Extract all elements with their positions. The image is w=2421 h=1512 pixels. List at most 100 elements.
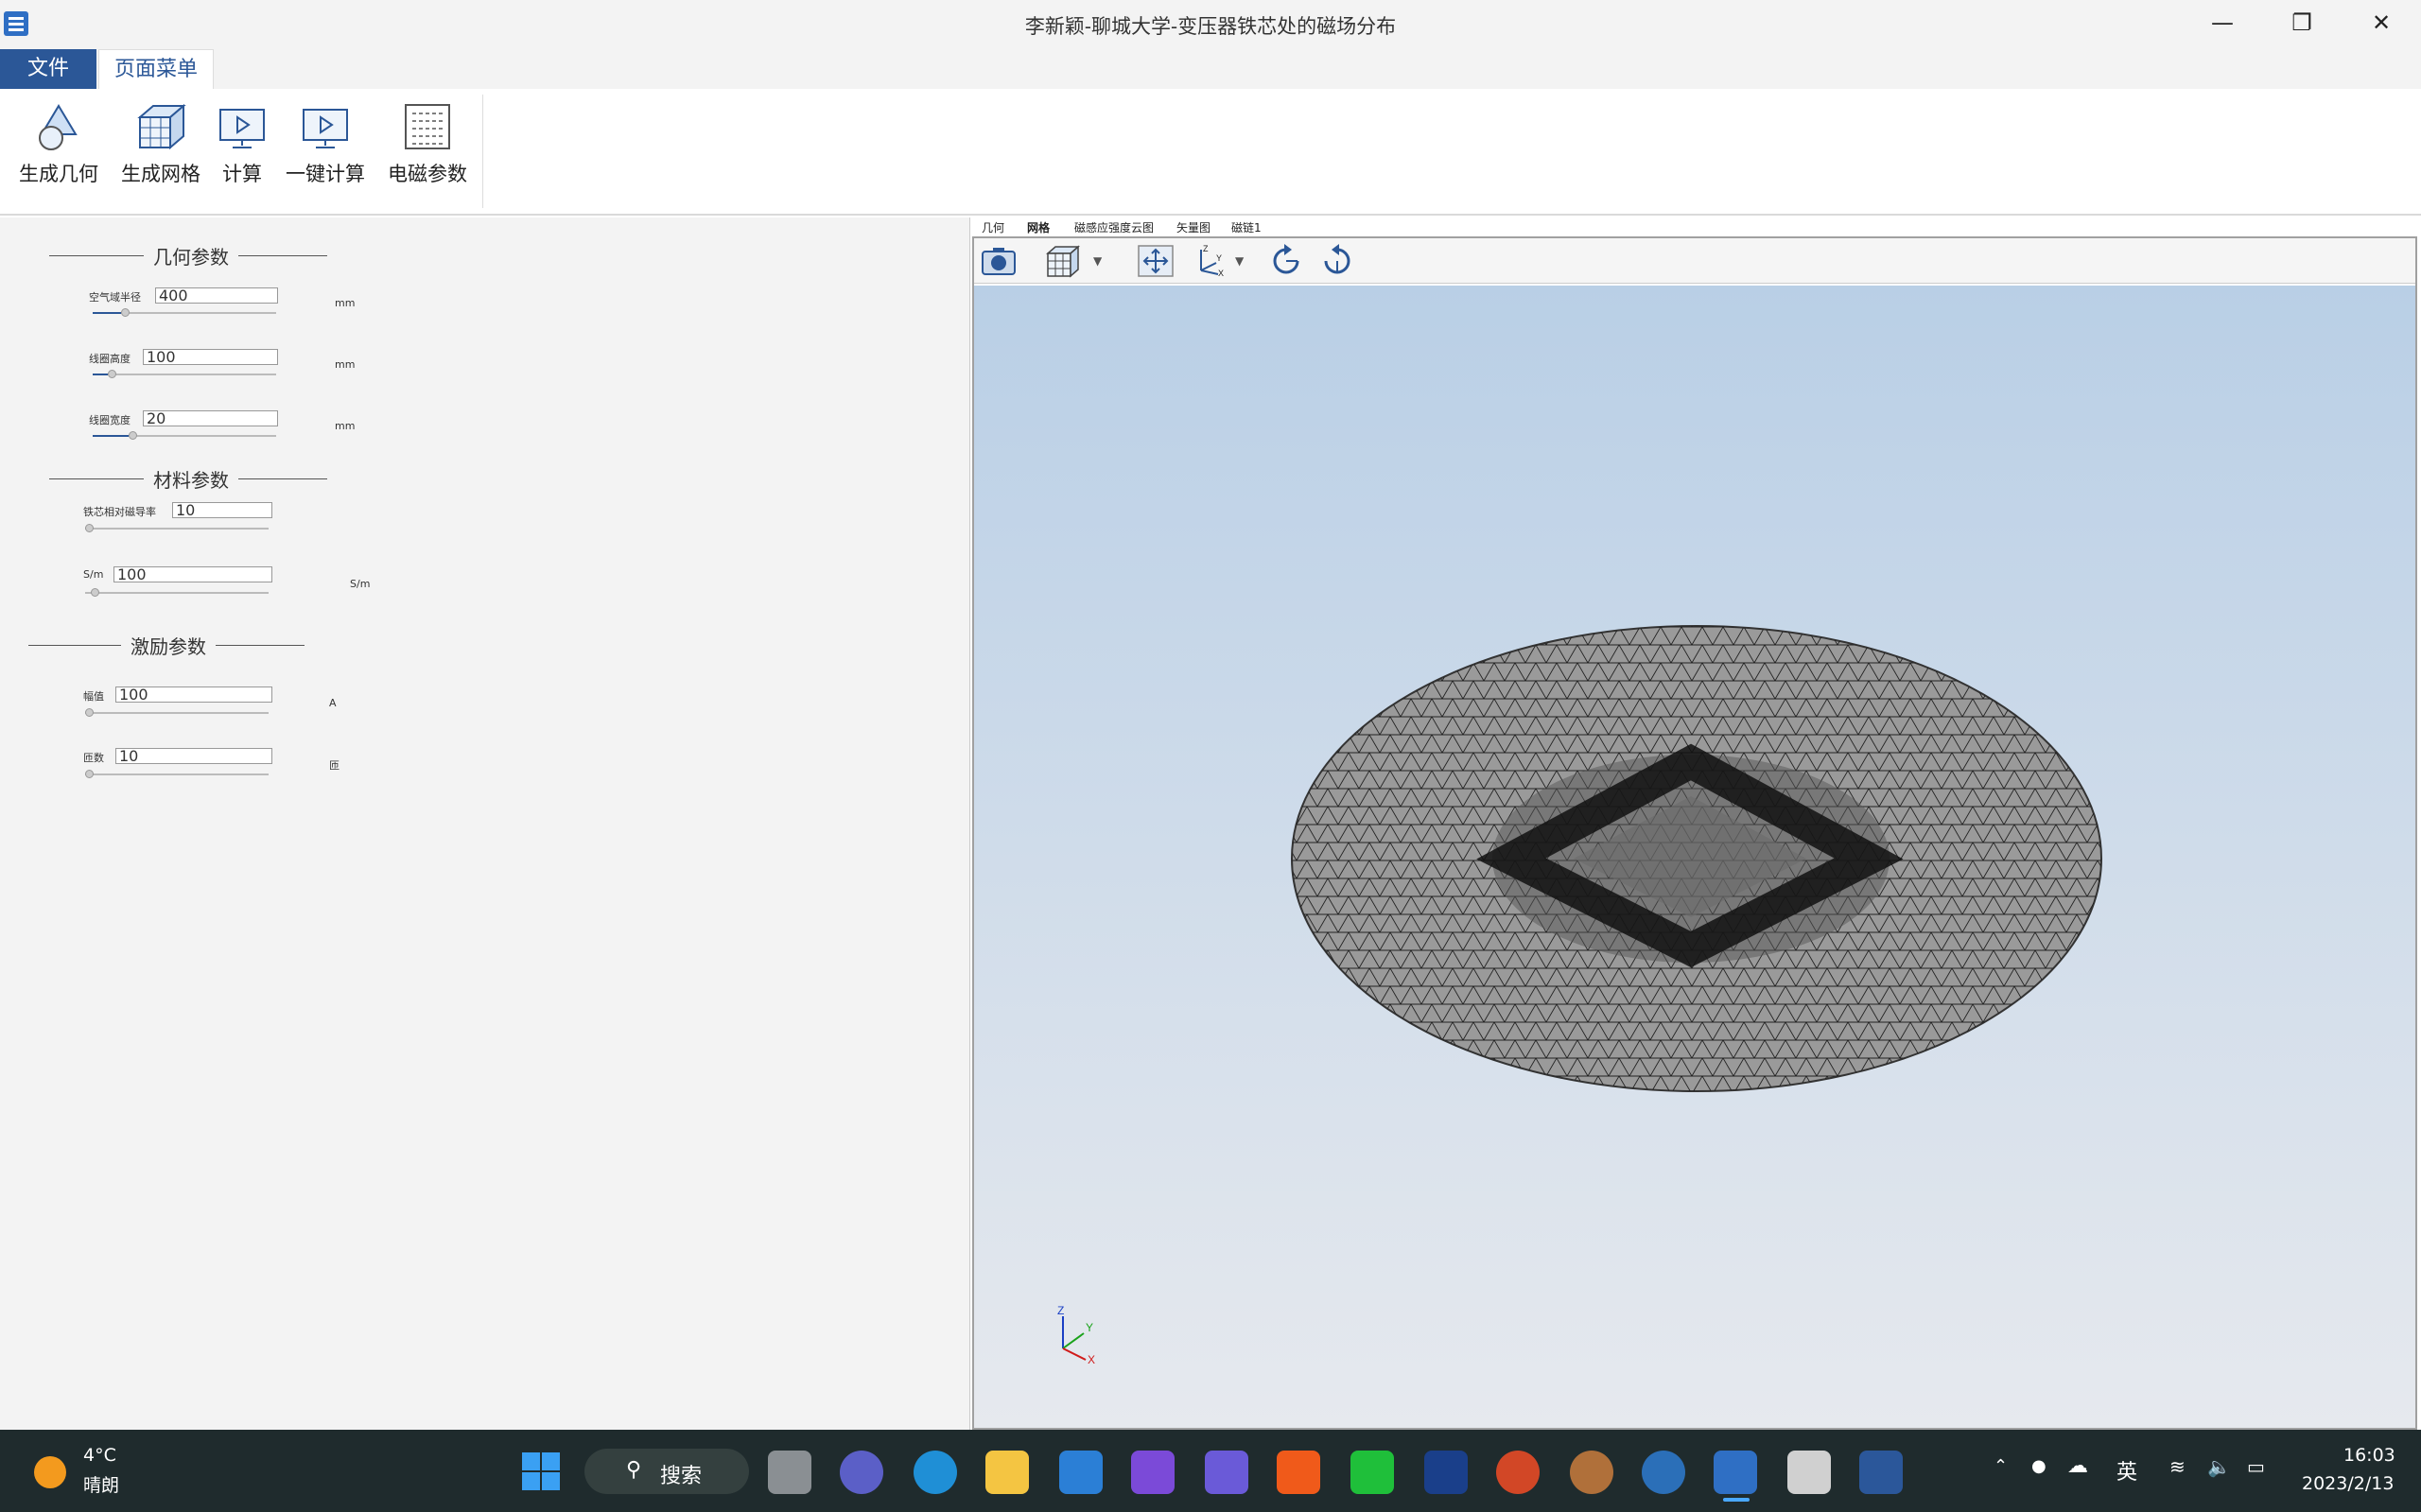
tab-vector-plot[interactable]: 矢量图 — [1176, 219, 1210, 235]
permeability-slider[interactable] — [85, 524, 269, 532]
cloud-icon[interactable]: ☁ — [2067, 1454, 2088, 1478]
rotate-left-icon[interactable] — [1267, 244, 1305, 278]
geometry-icon — [13, 98, 104, 151]
weather-desc[interactable]: 晴朗 — [83, 1471, 119, 1497]
air-radius-input[interactable]: 400 — [155, 287, 278, 304]
monitor-play-icon — [214, 98, 270, 151]
grid-table-icon — [382, 98, 473, 151]
conductivity-slider[interactable] — [85, 588, 269, 597]
triad-x-label: X — [1088, 1353, 1095, 1366]
ribbon: 生成几何 生成网格 计算 一键计算 电磁参数 — [0, 89, 2421, 216]
mesh-cube-icon — [115, 98, 206, 151]
coil-width-slider[interactable] — [93, 431, 276, 440]
menu-bar: 文件 页面菜单 — [0, 47, 2421, 89]
triad-z-label: Z — [1057, 1304, 1064, 1317]
dropdown-icon[interactable]: ▼ — [1235, 244, 1244, 278]
em-parameters-button[interactable]: 电磁参数 — [382, 98, 473, 202]
tab-mesh[interactable]: 网格 — [1027, 219, 1050, 235]
volume-icon[interactable]: 🔈 — [2207, 1455, 2231, 1478]
tab-flux-density-contour[interactable]: 磁感应强度云图 — [1074, 219, 1154, 235]
coil-height-slider[interactable] — [93, 370, 276, 378]
weather-temp[interactable]: 4°C — [83, 1445, 116, 1466]
camera-icon[interactable] — [980, 244, 1018, 278]
geometry-group-header: 几何参数 — [49, 242, 327, 269]
rotate-right-icon[interactable] — [1318, 244, 1356, 278]
coil-height-unit: mm — [335, 358, 356, 371]
ribbon-separator — [482, 95, 483, 208]
powerpoint-icon[interactable] — [1496, 1451, 1540, 1494]
monitor-play-icon — [282, 98, 369, 151]
view-cube-icon[interactable] — [1044, 244, 1082, 278]
turns-slider[interactable] — [85, 770, 269, 778]
minimize-button[interactable]: — — [2185, 4, 2260, 42]
word-icon[interactable] — [1859, 1451, 1903, 1494]
air-radius-label: 空气域半径 — [89, 291, 141, 304]
coil-width-input[interactable]: 20 — [143, 410, 278, 426]
mail-icon[interactable] — [1059, 1451, 1103, 1494]
wifi-icon[interactable]: ≋ — [2169, 1455, 2186, 1478]
conductivity-label: S/m — [83, 568, 104, 581]
coil-width-label: 线圈宽度 — [89, 414, 131, 426]
tab-flux-linkage[interactable]: 磁链1 — [1231, 219, 1262, 235]
amplitude-slider[interactable] — [85, 708, 269, 717]
active-app-indicator — [1723, 1498, 1750, 1502]
tab-file[interactable]: 文件 — [0, 49, 96, 89]
qq-tray-icon[interactable]: ● — [2031, 1456, 2047, 1476]
wechat-icon[interactable] — [1350, 1451, 1394, 1494]
mi-icon[interactable] — [1277, 1451, 1320, 1494]
file-explorer-icon[interactable] — [985, 1451, 1029, 1494]
windows-start-icon[interactable] — [522, 1452, 560, 1490]
avatar-app-icon[interactable] — [1570, 1451, 1613, 1494]
turns-unit: 匝 — [329, 759, 340, 772]
7zip-icon[interactable] — [1424, 1451, 1468, 1494]
conductivity-unit: S/m — [350, 578, 371, 590]
amplitude-input[interactable]: 100 — [115, 686, 272, 703]
tab-geometry[interactable]: 几何 — [982, 219, 1004, 235]
axis-triad: Z Y X — [1057, 1304, 1095, 1366]
parameter-panel: 几何参数 空气域半径 400 mm 线圈高度 100 mm 线圈宽度 20 mm… — [0, 217, 970, 1430]
viewer-toolbar: ▼ ZYX ▼ — [974, 238, 2415, 284]
title-bar: 李新颖-聊城大学-变压器铁芯处的磁场分布 — ❐ ✕ — [0, 0, 2421, 47]
teams-chat-icon[interactable] — [840, 1451, 883, 1494]
taskbar-search[interactable]: ⚲ 搜索 — [584, 1449, 749, 1494]
svg-text:X: X — [1218, 269, 1224, 278]
material-group-header: 材料参数 — [49, 465, 327, 493]
conductivity-input[interactable]: 100 — [113, 566, 272, 582]
axes-icon[interactable]: ZYX — [1193, 244, 1228, 278]
turns-label: 匝数 — [83, 752, 104, 764]
copilot-icon[interactable] — [1205, 1451, 1248, 1494]
3d-viewer[interactable]: ▼ ZYX ▼ Z Y X — [972, 236, 2417, 1430]
coil-height-input[interactable]: 100 — [143, 349, 278, 365]
dropdown-icon[interactable]: ▼ — [1093, 244, 1102, 278]
compute-button[interactable]: 计算 — [214, 98, 270, 202]
chevron-up-icon[interactable]: ⌃ — [1994, 1456, 2008, 1476]
fit-view-icon[interactable] — [1137, 244, 1175, 278]
svg-text:Z: Z — [1203, 244, 1209, 253]
weather-sun-icon[interactable] — [34, 1456, 66, 1488]
turns-input[interactable]: 10 — [115, 748, 272, 764]
battery-icon[interactable]: ▭ — [2247, 1455, 2265, 1478]
snipping-tool-icon[interactable] — [1787, 1451, 1831, 1494]
generate-mesh-button[interactable]: 生成网格 — [115, 98, 206, 202]
creative-app-icon[interactable] — [1131, 1451, 1175, 1494]
tab-page-menu[interactable]: 页面菜单 — [98, 49, 214, 89]
taskbar: 4°C 晴朗 ⚲ 搜索 ⌃ ● ☁ 英 ≋ 🔈 ▭ 16:03 2023/2/1… — [0, 1430, 2421, 1512]
svg-text:Y: Y — [1216, 253, 1222, 263]
close-button[interactable]: ✕ — [2343, 4, 2419, 42]
clock-time[interactable]: 16:03 — [2343, 1445, 2395, 1466]
coil-height-label: 线圈高度 — [89, 353, 131, 365]
clock-date[interactable]: 2023/2/13 — [2302, 1473, 2394, 1494]
edge-browser-icon[interactable] — [914, 1451, 957, 1494]
generate-geometry-button[interactable]: 生成几何 — [13, 98, 104, 202]
one-click-compute-button[interactable]: 一键计算 — [282, 98, 369, 202]
permeability-input[interactable]: 10 — [172, 502, 272, 518]
mesh-scene[interactable]: Z Y X — [974, 286, 2415, 1428]
task-view-icon[interactable] — [768, 1451, 811, 1494]
spiral-app-icon[interactable] — [1642, 1451, 1685, 1494]
window-title: 李新颖-聊城大学-变压器铁芯处的磁场分布 — [1024, 15, 1397, 38]
air-radius-unit: mm — [335, 297, 356, 309]
current-app-icon[interactable] — [1714, 1451, 1757, 1494]
ime-indicator[interactable]: 英 — [2116, 1455, 2137, 1486]
restore-button[interactable]: ❐ — [2264, 4, 2340, 42]
air-radius-slider[interactable] — [93, 308, 276, 317]
